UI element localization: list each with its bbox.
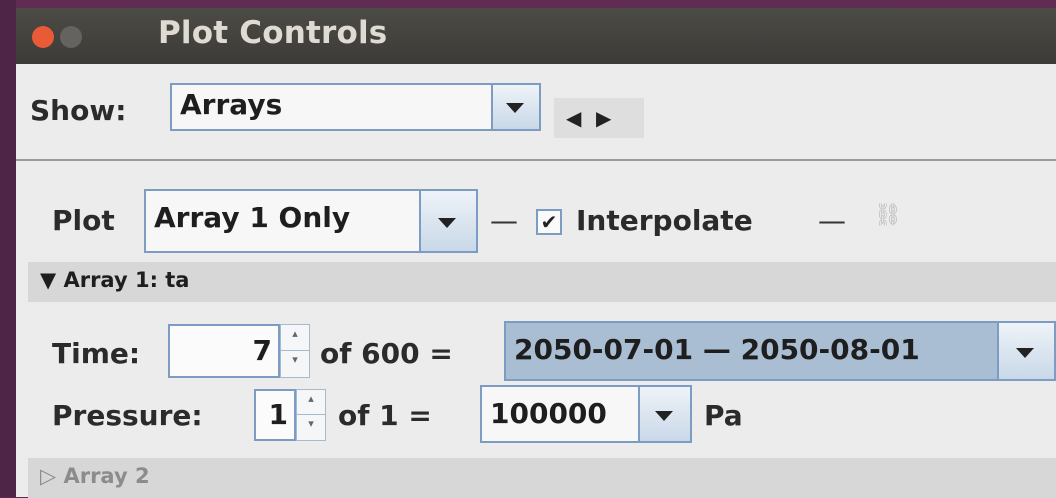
minimize-window-button[interactable] xyxy=(60,26,82,48)
chevron-down-icon xyxy=(1016,348,1034,358)
array-1-header[interactable]: ▼ Array 1: ta xyxy=(28,262,1056,302)
pressure-index-value: 1 xyxy=(268,398,288,431)
time-spinner[interactable]: ▴ ▾ xyxy=(280,324,310,378)
array-2-header[interactable]: ▷ Array 2 xyxy=(28,458,1056,498)
time-index-value: 7 xyxy=(252,334,272,367)
plot-controls-window: Plot Controls Show: Arrays ◀ ▶ Plot Arra… xyxy=(16,8,1056,498)
array-1-header-label: ▼ Array 1: ta xyxy=(40,268,190,292)
show-dropdown-button[interactable] xyxy=(491,85,539,129)
time-of-text: of 600 = xyxy=(320,337,453,370)
plot-label: Plot xyxy=(52,204,115,237)
separator-dash: — xyxy=(818,204,846,237)
pressure-spinner[interactable]: ▴ ▾ xyxy=(296,389,326,441)
chevron-down-icon xyxy=(438,218,456,228)
window-title: Plot Controls xyxy=(158,15,388,51)
pressure-increment-button[interactable]: ▴ xyxy=(297,390,325,415)
desktop-background-left xyxy=(0,0,16,497)
interpolate-label: Interpolate xyxy=(576,204,753,237)
time-range-value: 2050-07-01 — 2050-08-01 xyxy=(514,333,920,366)
time-increment-button[interactable]: ▴ xyxy=(281,325,309,351)
time-index-field[interactable]: 7 xyxy=(168,324,280,378)
previous-arrow-icon[interactable]: ◀ xyxy=(566,106,581,130)
pressure-dropdown-button[interactable] xyxy=(638,387,690,441)
time-range-combobox[interactable]: 2050-07-01 — 2050-08-01 xyxy=(504,321,1056,381)
separator-dash: — xyxy=(490,204,518,237)
show-row: Show: Arrays xyxy=(16,64,1056,152)
plot-mode-combobox[interactable]: Array 1 Only xyxy=(144,189,478,253)
pressure-of-text: of 1 = xyxy=(338,399,432,432)
time-label: Time: xyxy=(52,337,141,370)
pressure-decrement-button[interactable]: ▾ xyxy=(297,415,325,440)
link-icon[interactable]: ⛓ xyxy=(874,203,902,228)
plot-settings-panel: Plot Array 1 Only — ✔ Interpolate — ⛓ ▼ … xyxy=(16,161,1056,498)
title-bar[interactable]: Plot Controls xyxy=(16,8,1056,64)
show-label: Show: xyxy=(30,94,127,127)
desktop-background-top xyxy=(0,0,1056,8)
array-2-header-label: ▷ Array 2 xyxy=(40,464,150,488)
pressure-index-field[interactable]: 1 xyxy=(254,389,296,441)
interpolate-checkbox[interactable]: ✔ xyxy=(536,209,562,235)
show-combobox-value: Arrays xyxy=(180,88,283,121)
time-range-dropdown-button[interactable] xyxy=(997,323,1054,379)
plot-mode-dropdown-button[interactable] xyxy=(419,191,476,251)
chevron-down-icon xyxy=(506,103,524,113)
array-navigation: ◀ ▶ xyxy=(554,98,644,138)
chevron-down-icon xyxy=(655,411,673,421)
pressure-label: Pressure: xyxy=(52,399,203,432)
pressure-value-combobox[interactable]: 100000 xyxy=(480,385,692,443)
next-arrow-icon[interactable]: ▶ xyxy=(596,106,611,130)
close-window-button[interactable] xyxy=(32,26,54,48)
pressure-value: 100000 xyxy=(490,397,607,430)
show-combobox[interactable]: Arrays xyxy=(170,83,541,131)
time-decrement-button[interactable]: ▾ xyxy=(281,351,309,377)
pressure-unit: Pa xyxy=(704,399,743,432)
plot-mode-value: Array 1 Only xyxy=(154,201,351,234)
